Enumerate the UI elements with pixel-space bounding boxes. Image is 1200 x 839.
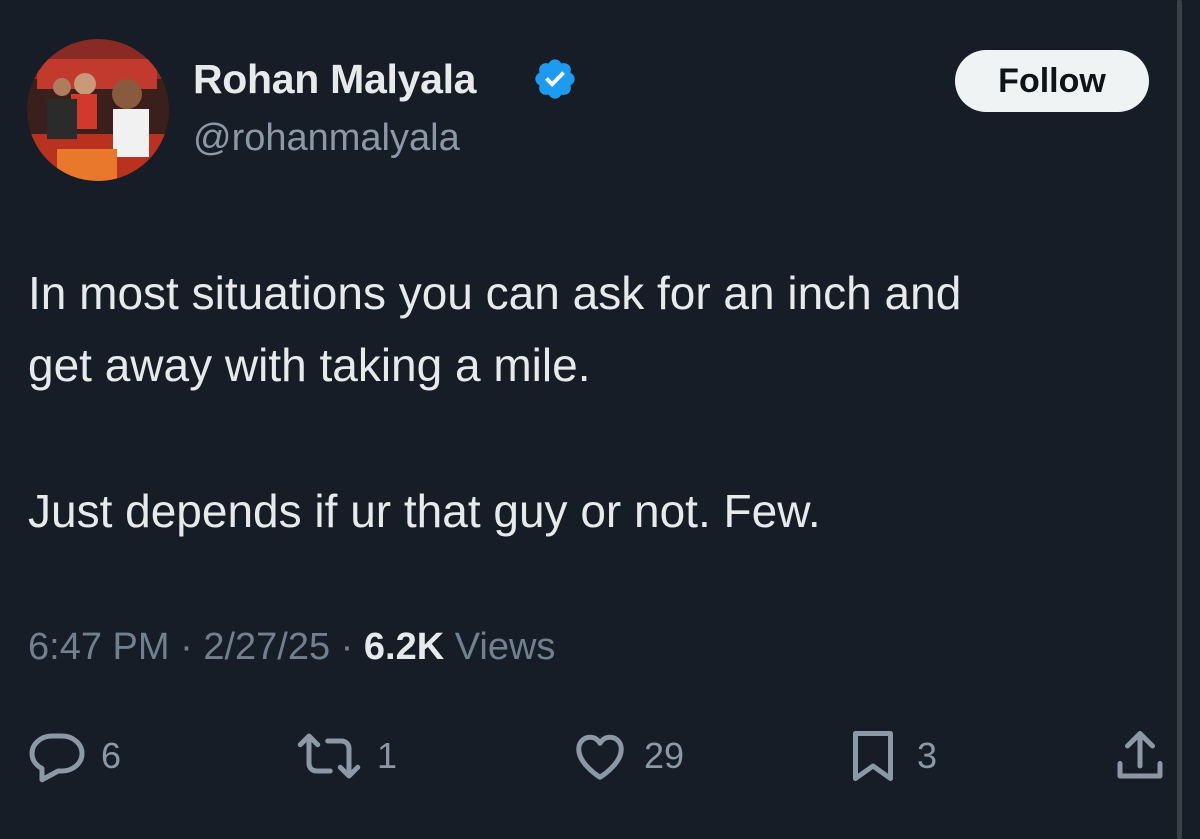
avatar-photo — [27, 39, 169, 181]
bookmark-icon — [853, 731, 893, 781]
bookmark-count: 3 — [917, 735, 938, 776]
tweet-time[interactable]: 6:47 PM — [28, 626, 170, 668]
tweet-text-line-1: In most situations you can ask for an in… — [28, 267, 962, 319]
repost-count: 1 — [377, 735, 398, 776]
display-name[interactable]: Rohan Malyala — [193, 56, 476, 103]
follow-button[interactable]: Follow — [955, 50, 1149, 112]
repost-button[interactable]: 1 — [295, 726, 397, 786]
reply-button[interactable]: 6 — [27, 726, 121, 786]
meta-separator: · — [340, 626, 354, 668]
like-icon — [576, 734, 624, 780]
share-button[interactable] — [1110, 726, 1170, 786]
reply-icon — [29, 733, 85, 783]
avatar[interactable] — [27, 39, 169, 181]
meta-separator: · — [180, 626, 193, 668]
tweet-date[interactable]: 2/27/25 — [203, 626, 330, 668]
tweet-card: Rohan Malyala @rohanmalyala Follow In mo… — [0, 0, 1200, 839]
scrollbar[interactable] — [1177, 0, 1182, 839]
tweet-text-line-2: get away with taking a mile. — [28, 339, 591, 391]
views-count: 6.2K — [363, 626, 445, 668]
author-handle[interactable]: @rohanmalyala — [193, 117, 460, 160]
like-button[interactable]: 29 — [570, 726, 684, 786]
verified-badge-icon — [535, 59, 575, 99]
views-label: Views — [454, 626, 556, 668]
reply-count: 6 — [101, 735, 122, 776]
tweet-text-line-3: Just depends if ur that guy or not. Few. — [28, 485, 821, 537]
share-icon — [1117, 731, 1163, 779]
tweet-meta: 6:47 PM · 2/27/25 · 6.2K Views — [28, 626, 555, 669]
repost-icon — [297, 733, 361, 779]
bookmark-button[interactable]: 3 — [843, 726, 937, 786]
like-count: 29 — [644, 735, 685, 776]
